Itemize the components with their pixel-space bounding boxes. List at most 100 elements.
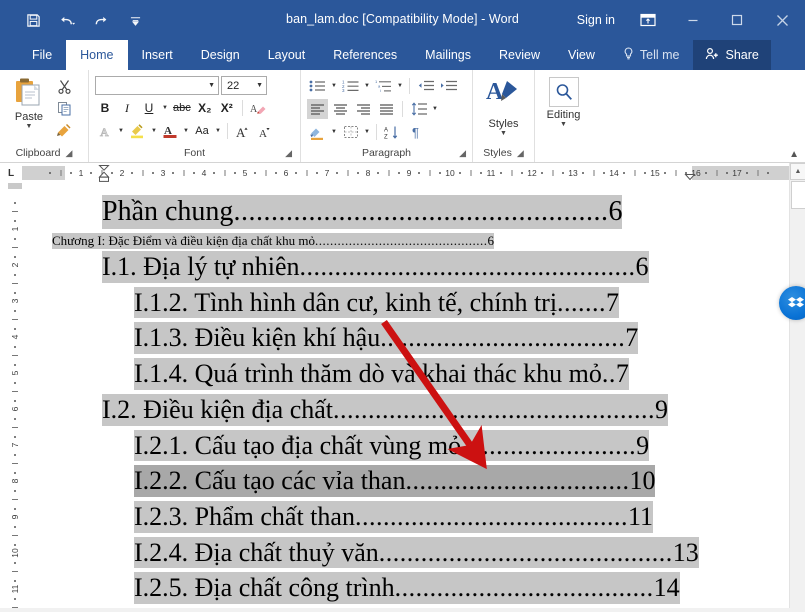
bold-button[interactable]: B — [95, 98, 115, 118]
underline-dropdown-icon[interactable]: ▼ — [161, 105, 169, 111]
paragraph-dialog-launcher-icon[interactable]: ◢ — [459, 148, 466, 159]
toc-entry[interactable]: Chương I: Đặc Điểm và điều kiện địa chất… — [34, 233, 746, 250]
collapse-ribbon-icon[interactable]: ▲ — [789, 149, 799, 160]
tab-home[interactable]: Home — [66, 40, 128, 70]
undo-icon[interactable] — [58, 11, 76, 29]
vertical-ruler[interactable]: 1 2 3 4 5 6 7 8 9 10 11 — [0, 183, 22, 612]
align-right-icon[interactable] — [353, 99, 374, 119]
toc-entry[interactable]: I.1.4. Quá trình thăm dò và khai thác kh… — [34, 358, 746, 390]
font-color-button[interactable]: A — [160, 121, 180, 141]
customize-quick-access-toolbar-icon[interactable] — [126, 11, 144, 29]
redo-icon[interactable] — [92, 11, 110, 29]
tell-me-box[interactable]: Tell me — [609, 40, 694, 70]
horizontal-ruler-track[interactable]: 1 2 3 4 5 6 7 8 9 10 11 12 13 14 15 16 17 — [22, 165, 790, 182]
sign-in-button[interactable]: Sign in — [577, 13, 615, 27]
increase-indent-icon[interactable] — [438, 76, 459, 96]
toc-entry[interactable]: I.1. Địa lý tự nhiên....................… — [34, 251, 746, 283]
minimize-button[interactable] — [671, 0, 715, 40]
scroll-up-arrow-icon[interactable]: ▲ — [790, 163, 805, 180]
multilevel-list-icon[interactable]: 1ai — [373, 76, 394, 96]
tab-insert[interactable]: Insert — [128, 40, 187, 70]
line-spacing-dropdown-icon[interactable]: ▼ — [431, 106, 439, 112]
font-label-text: Font — [183, 147, 205, 159]
sort-icon[interactable]: AZ — [382, 122, 403, 142]
font-color-dropdown-icon[interactable]: ▼ — [182, 128, 190, 134]
toc-entry[interactable]: I.2.1. Cấu tạo địa chất vùng mỏ.........… — [34, 429, 746, 462]
font-dialog-launcher-icon[interactable]: ◢ — [285, 148, 292, 159]
change-case-button[interactable]: Aa — [192, 121, 212, 141]
shading-dropdown-icon[interactable]: ▼ — [330, 129, 338, 135]
borders-dropdown-icon[interactable]: ▼ — [363, 129, 371, 135]
clipboard-dialog-launcher-icon[interactable]: ◢ — [66, 148, 73, 159]
toc-entry[interactable]: I.1.3. Điều kiện khí hậu ...............… — [34, 322, 746, 355]
strikethrough-button[interactable]: abc — [171, 98, 193, 118]
editing-dropdown-arrow-icon[interactable]: ▼ — [560, 121, 567, 129]
editing-button[interactable]: Editing ▼ — [541, 74, 586, 129]
align-left-icon[interactable] — [307, 99, 328, 119]
styles-dropdown-arrow-icon[interactable]: ▼ — [500, 130, 507, 138]
subscript-button[interactable]: X₂ — [195, 98, 215, 118]
tab-stop-selector[interactable]: L — [0, 163, 22, 183]
italic-button[interactable]: I — [117, 98, 137, 118]
numbering-dropdown-icon[interactable]: ▼ — [363, 83, 371, 89]
tab-mailings[interactable]: Mailings — [411, 40, 485, 70]
text-effects-button[interactable]: A — [95, 121, 115, 141]
toc-entry[interactable]: I.1.2. Tình hình dân cư, kinh tế, chính … — [34, 286, 746, 319]
format-painter-icon[interactable] — [54, 121, 74, 139]
multilevel-dropdown-icon[interactable]: ▼ — [396, 83, 404, 89]
font-size-dropdown-icon[interactable]: ▼ — [256, 82, 263, 89]
save-icon[interactable] — [24, 11, 42, 29]
copy-icon[interactable] — [54, 99, 74, 117]
paste-button[interactable]: Paste ▼ — [6, 74, 52, 131]
show-formatting-marks-icon[interactable]: ¶ — [405, 122, 426, 142]
line-spacing-icon[interactable] — [408, 99, 429, 119]
vertical-scrollbar[interactable]: ▲ — [789, 163, 805, 612]
font-name-dropdown-icon[interactable]: ▼ — [208, 82, 215, 89]
highlight-dropdown-icon[interactable]: ▼ — [150, 128, 158, 134]
toc-entry[interactable]: I.2. Điều kiện địa chất.................… — [34, 393, 746, 426]
scrollbar-thumb[interactable] — [791, 181, 805, 209]
cut-icon[interactable] — [54, 77, 74, 95]
toc-entry[interactable]: I.2.5. Địa chất công trình .............… — [34, 572, 746, 605]
bullets-icon[interactable] — [307, 76, 328, 96]
bullets-dropdown-icon[interactable]: ▼ — [330, 83, 338, 89]
tab-layout[interactable]: Layout — [254, 40, 320, 70]
ruler-mark-13: 13 — [568, 168, 578, 178]
document-canvas[interactable]: Phần chung .............................… — [22, 183, 774, 612]
grow-font-button[interactable]: A — [233, 121, 253, 141]
tab-view[interactable]: View — [554, 40, 609, 70]
tab-references[interactable]: References — [319, 40, 411, 70]
share-button[interactable]: Share — [693, 40, 771, 70]
toc-entry[interactable]: Phần chung .............................… — [34, 195, 746, 230]
shrink-font-button[interactable]: A — [255, 121, 275, 141]
font-name-input[interactable]: ▼ — [95, 76, 219, 95]
change-case-dropdown-icon[interactable]: ▼ — [214, 128, 222, 134]
borders-icon[interactable] — [340, 122, 361, 142]
blue-circle-badge[interactable] — [779, 286, 805, 320]
toc-entry[interactable]: I.2.2. Cấu tạo các vỉa than ............… — [34, 465, 746, 498]
toc-entry[interactable]: I.2.3. Phẩm chất than ..................… — [34, 501, 746, 533]
numbering-icon[interactable]: 123 — [340, 76, 361, 96]
toc-entry[interactable]: I.2.4. Địa chất thuỷ văn................… — [34, 536, 746, 569]
styles-dialog-launcher-icon[interactable]: ◢ — [517, 148, 524, 159]
tab-design[interactable]: Design — [187, 40, 254, 70]
tab-review[interactable]: Review — [485, 40, 554, 70]
tab-file[interactable]: File — [18, 40, 66, 70]
paste-dropdown-arrow-icon[interactable]: ▼ — [26, 123, 33, 131]
font-size-input[interactable]: 22 ▼ — [221, 76, 267, 95]
ribbon-display-options-icon[interactable] — [633, 6, 663, 34]
maximize-button[interactable] — [715, 0, 759, 40]
superscript-button[interactable]: X² — [217, 98, 237, 118]
clear-formatting-icon[interactable]: A — [248, 98, 269, 118]
horizontal-ruler[interactable]: L 1 2 3 4 5 6 7 8 9 10 11 12 13 14 15 16 17 — [0, 163, 790, 183]
decrease-indent-icon[interactable] — [415, 76, 436, 96]
document-page[interactable]: Phần chung .............................… — [34, 183, 746, 612]
text-highlight-color-button[interactable] — [127, 121, 148, 141]
shading-icon[interactable] — [307, 122, 328, 142]
styles-gallery-button[interactable]: A Styles ▼ — [479, 74, 528, 138]
justify-icon[interactable] — [376, 99, 397, 119]
align-center-icon[interactable] — [330, 99, 351, 119]
close-button[interactable] — [759, 0, 805, 40]
text-effects-dropdown-icon[interactable]: ▼ — [117, 128, 125, 134]
underline-button[interactable]: U — [139, 98, 159, 118]
